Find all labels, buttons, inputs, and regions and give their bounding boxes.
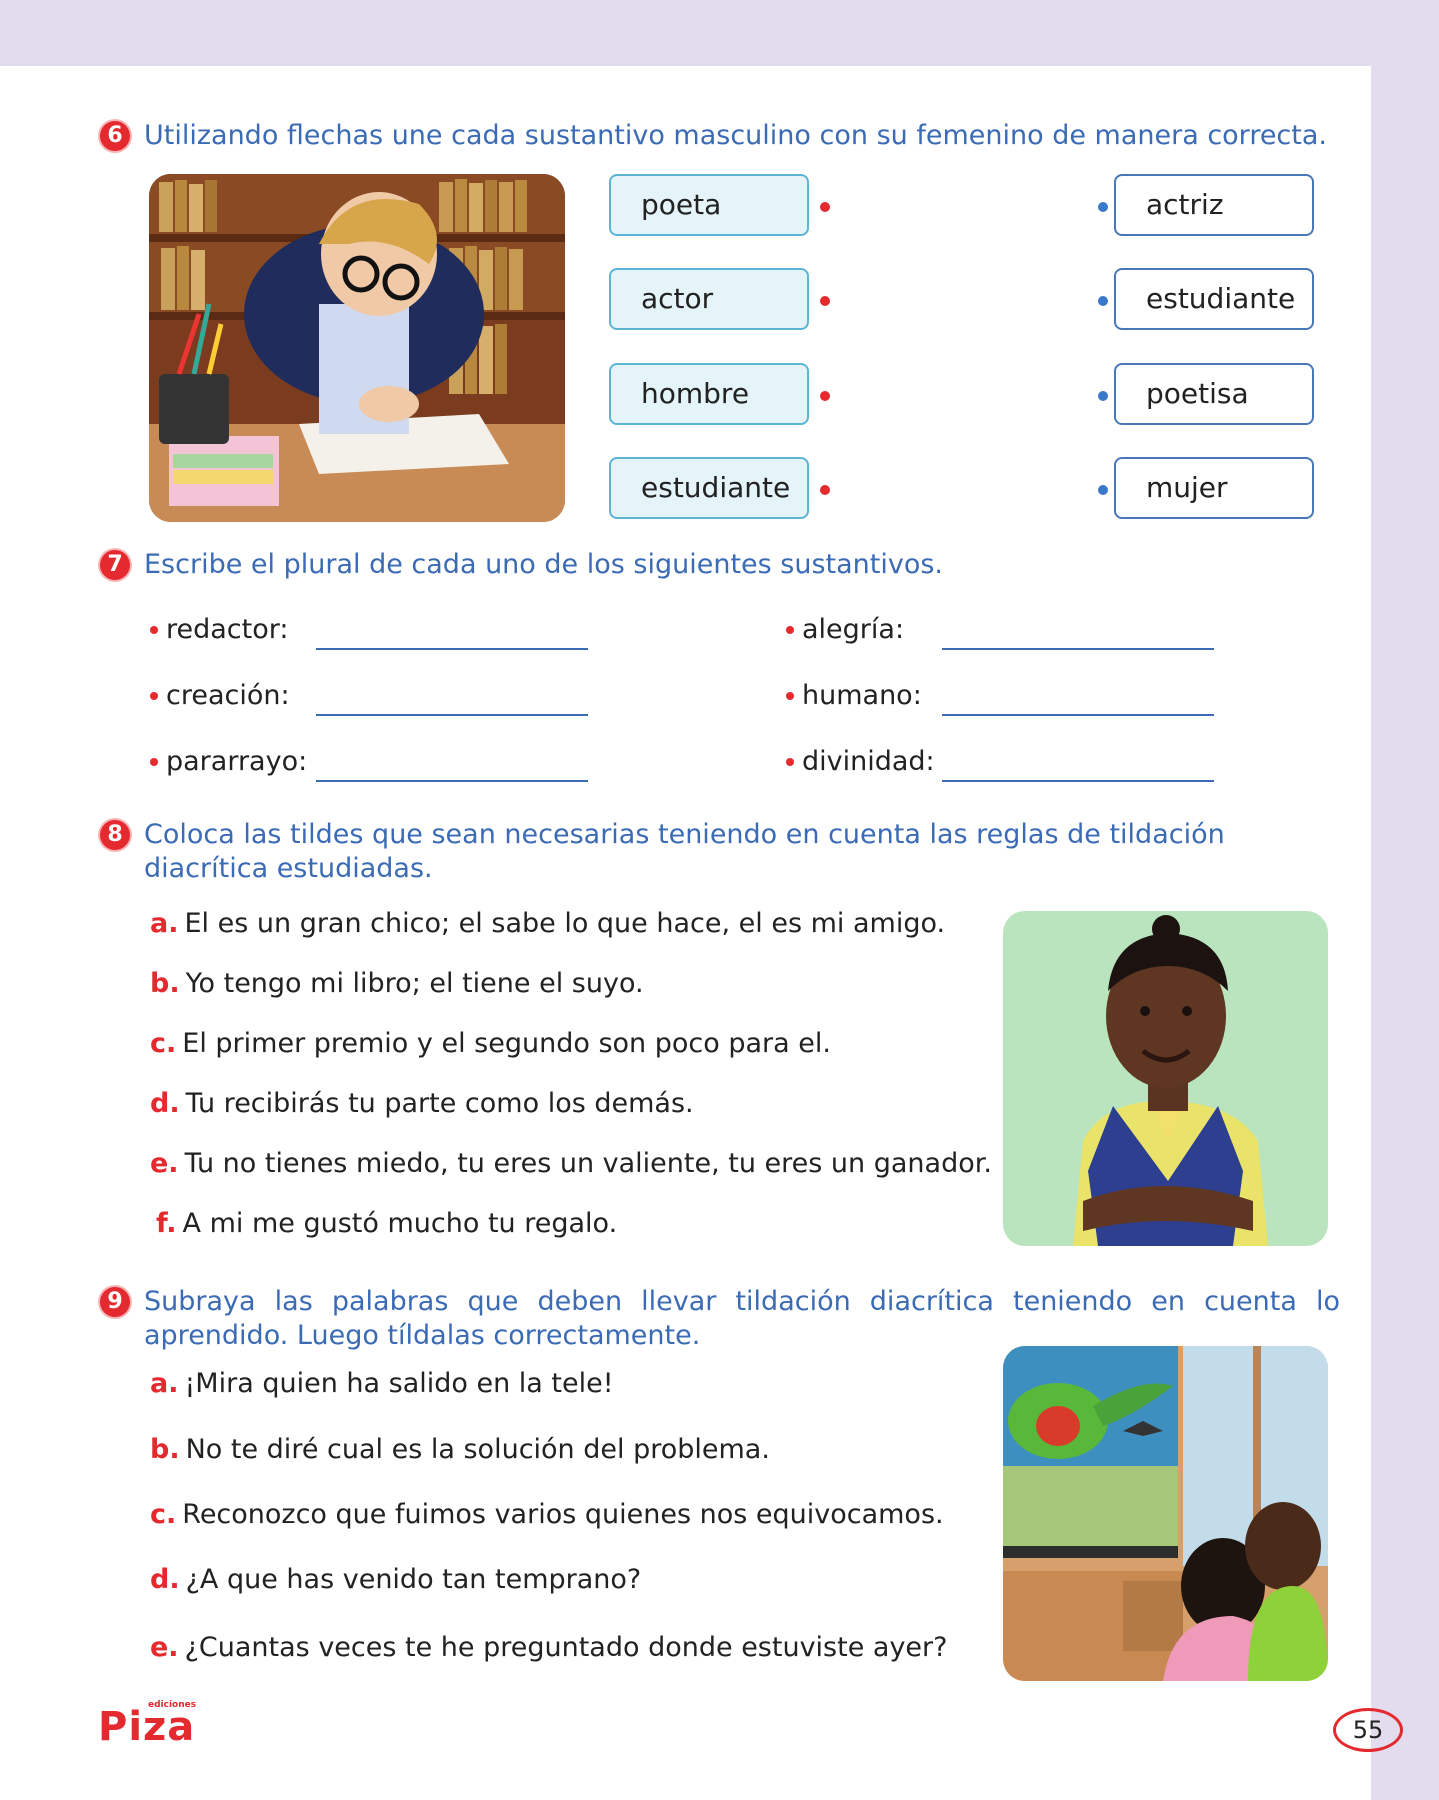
exercise-item: e. ¿Cuantas veces te he preguntado donde … bbox=[150, 1632, 948, 1663]
answer-line[interactable] bbox=[942, 780, 1214, 782]
exercise-item: c. El primer premio y el segundo son poco… bbox=[150, 1028, 831, 1059]
question-8-instruction: Coloca las tildes que sean necesarias te… bbox=[144, 819, 1225, 884]
bullet-icon bbox=[786, 625, 794, 634]
exercise-item: b. Yo tengo mi libro; el tiene el suyo. bbox=[150, 968, 644, 999]
feminine-word-box: mujer bbox=[1114, 457, 1314, 519]
answer-line[interactable] bbox=[316, 780, 588, 782]
bullet-icon bbox=[150, 691, 158, 700]
exercise-item: c. Reconozco que fuimos varios quienes no… bbox=[150, 1499, 944, 1530]
bullet-icon bbox=[150, 757, 158, 766]
question-9-header: 9 Subraya las palabras que deben llevar … bbox=[100, 1285, 1340, 1353]
plural-item: redactor: bbox=[150, 614, 288, 645]
bullet-icon bbox=[786, 757, 794, 766]
answer-line[interactable] bbox=[942, 648, 1214, 650]
right-connector-dot[interactable] bbox=[1098, 485, 1108, 495]
question-number-badge: 6 bbox=[100, 121, 130, 151]
plural-item: pararrayo: bbox=[150, 746, 307, 777]
plural-item: humano: bbox=[786, 680, 922, 711]
left-connector-dot[interactable] bbox=[820, 485, 830, 495]
exercise-item: d. ¿A que has venido tan temprano? bbox=[150, 1564, 642, 1595]
exercise-item: a. El es un gran chico; el sabe lo que ha… bbox=[150, 908, 946, 939]
question-number-badge: 7 bbox=[100, 550, 130, 580]
left-connector-dot[interactable] bbox=[820, 202, 830, 212]
left-connector-dot[interactable] bbox=[820, 296, 830, 306]
question-6-header: 6 Utilizando flechas une cada sustantivo… bbox=[100, 119, 1327, 153]
exercise-item: f. A mi me gustó mucho tu regalo. bbox=[156, 1208, 618, 1239]
plural-item: divinidad: bbox=[786, 746, 935, 777]
right-connector-dot[interactable] bbox=[1098, 296, 1108, 306]
masculine-word-box: hombre bbox=[609, 363, 809, 425]
masculine-word-box: estudiante bbox=[609, 457, 809, 519]
question-7-header: 7 Escribe el plural de cada uno de los s… bbox=[100, 548, 943, 582]
exercise-item: a. ¡Mira quien ha salido en la tele! bbox=[150, 1368, 614, 1399]
question-6-instruction: Utilizando flechas une cada sustantivo m… bbox=[144, 120, 1327, 151]
answer-line[interactable] bbox=[942, 714, 1214, 716]
feminine-word-box: poetisa bbox=[1114, 363, 1314, 425]
right-connector-dot[interactable] bbox=[1098, 202, 1108, 212]
masculine-word-box: poeta bbox=[609, 174, 809, 236]
question-8-header: 8 Coloca las tildes que sean necesarias … bbox=[100, 818, 1340, 886]
feminine-word-box: actriz bbox=[1114, 174, 1314, 236]
left-connector-dot[interactable] bbox=[820, 391, 830, 401]
question-7-instruction: Escribe el plural de cada uno de los sig… bbox=[144, 549, 944, 580]
page-number: 55 bbox=[1333, 1708, 1403, 1752]
plural-item: alegría: bbox=[786, 614, 904, 645]
answer-line[interactable] bbox=[316, 714, 588, 716]
feminine-word-box: estudiante bbox=[1114, 268, 1314, 330]
bullet-icon bbox=[786, 691, 794, 700]
exercise-item: e. Tu no tienes miedo, tu eres un valient… bbox=[150, 1148, 992, 1179]
exercise-item: b. No te diré cual es la solución del pro… bbox=[150, 1434, 770, 1465]
bullet-icon bbox=[150, 625, 158, 634]
boy-writing-photo bbox=[149, 174, 565, 522]
question-9-instruction: Subraya las palabras que deben llevar ti… bbox=[144, 1286, 1340, 1351]
right-connector-dot[interactable] bbox=[1098, 391, 1108, 401]
exercise-item: d. Tu recibirás tu parte como los demás. bbox=[150, 1088, 694, 1119]
masculine-word-box: actor bbox=[609, 268, 809, 330]
question-number-badge: 8 bbox=[100, 820, 130, 850]
plural-item: creación: bbox=[150, 680, 290, 711]
answer-line[interactable] bbox=[316, 648, 588, 650]
kids-watching-tv-photo bbox=[1003, 1346, 1328, 1681]
question-number-badge: 9 bbox=[100, 1287, 130, 1317]
girl-portrait-photo bbox=[1003, 911, 1328, 1246]
